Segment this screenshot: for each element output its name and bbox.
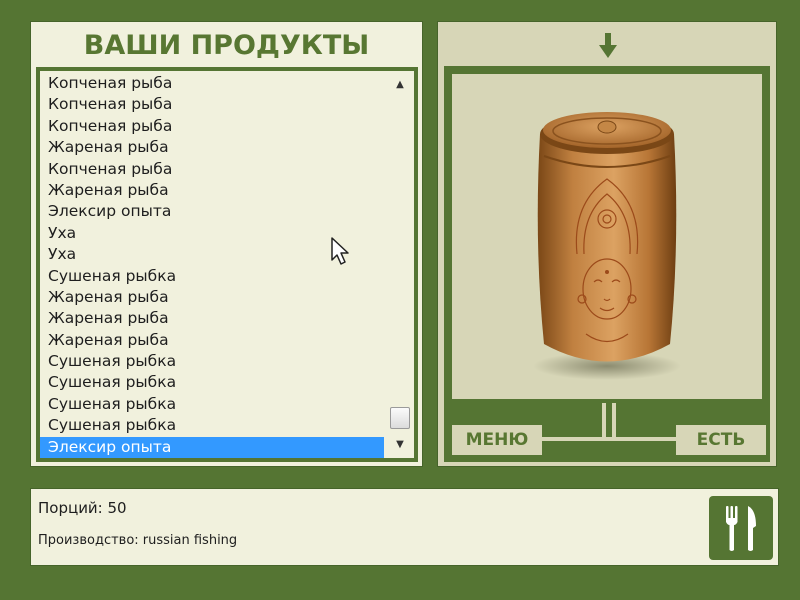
product-list-item[interactable]: Сушеная рыбка [40, 266, 384, 287]
product-image-area [452, 74, 762, 399]
product-list-item[interactable]: Сушеная рыбка [40, 394, 384, 415]
products-list-frame: Копченая рыба Копченая рыба Копченая рыба Ж… [36, 67, 418, 462]
fork-knife-icon [726, 506, 756, 551]
connector-line [612, 403, 616, 437]
product-list-item[interactable]: Копченая рыба [40, 73, 384, 94]
list-scrollbar[interactable]: ▲ ▼ [386, 71, 414, 458]
scroll-up-arrow-icon[interactable]: ▲ [390, 77, 410, 93]
eat-button[interactable]: ЕСТЬ [676, 425, 766, 455]
info-panel: Порций: 50 Производство: russian fishing [30, 488, 779, 566]
connector-line [542, 437, 676, 441]
product-list-item[interactable]: Жареная рыба [40, 287, 384, 308]
production-info: Производство: russian fishing [38, 533, 238, 548]
portions-count: Порций: 50 [38, 499, 127, 517]
preview-controls: МЕНЮ ЕСТЬ [448, 403, 766, 458]
product-list-item[interactable]: Жареная рыба [40, 137, 384, 158]
products-panel: ВАШИ ПРОДУКТЫ Копченая рыба Копченая рыба… [30, 21, 423, 467]
product-list-item[interactable]: Копченая рыба [40, 159, 384, 180]
eat-utensils-button[interactable] [709, 496, 773, 560]
scroll-thumb[interactable] [390, 407, 410, 429]
preview-panel: МЕНЮ ЕСТЬ [437, 21, 777, 467]
product-list-item[interactable]: Сушеная рыбка [40, 372, 384, 393]
product-list-item[interactable]: Элексир опыта [40, 436, 384, 458]
products-title: ВАШИ ПРОДУКТЫ [83, 30, 370, 61]
product-list-item[interactable]: Жареная рыба [40, 180, 384, 201]
down-arrow-icon [599, 33, 617, 58]
product-list-item[interactable]: Сушеная рыбка [40, 415, 384, 436]
product-list-item[interactable]: Копченая рыба [40, 94, 384, 115]
product-list-item[interactable]: Жареная рыба [40, 330, 384, 351]
menu-button[interactable]: МЕНЮ [452, 425, 542, 455]
preview-frame: МЕНЮ ЕСТЬ [444, 66, 770, 462]
mouse-cursor-icon [331, 237, 349, 265]
product-list-item[interactable]: Копченая рыба [40, 116, 384, 137]
scroll-down-arrow-icon[interactable]: ▼ [390, 437, 410, 453]
product-list-item[interactable]: Сушеная рыбка [40, 351, 384, 372]
connector-line [602, 403, 606, 437]
product-list-item[interactable]: Жареная рыба [40, 308, 384, 329]
barrel-image [533, 112, 681, 380]
product-list-item[interactable]: Элексир опыта [40, 201, 384, 222]
